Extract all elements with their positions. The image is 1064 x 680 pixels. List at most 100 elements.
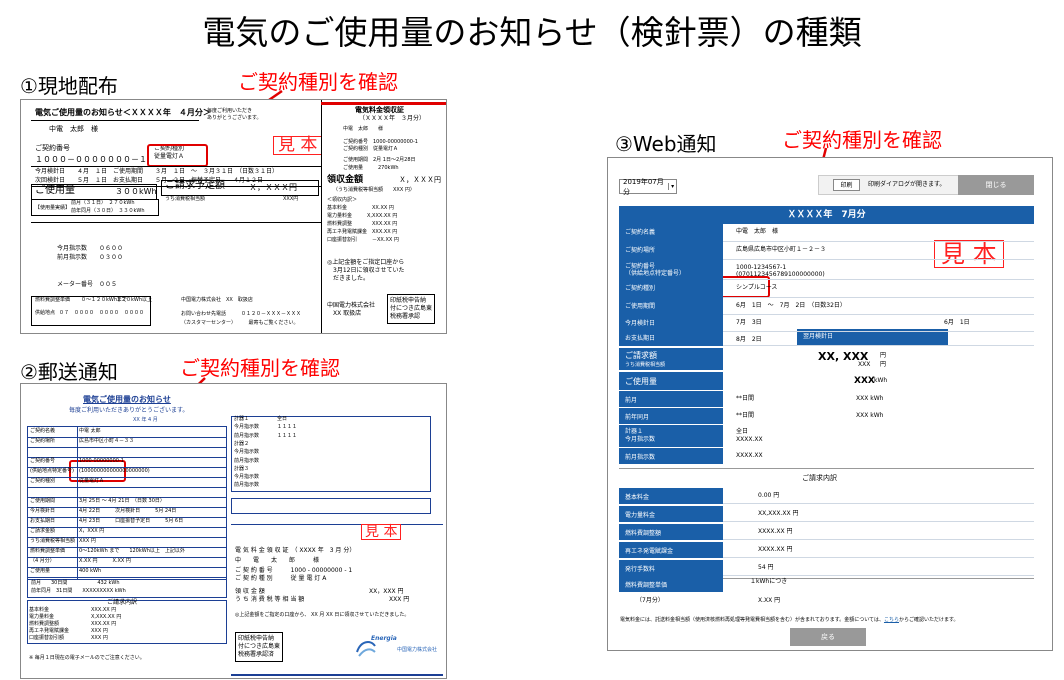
web-meter-value: 全日 XXXX.XX xyxy=(736,428,763,443)
doc2-row-value-3: 1000-00000000-1 xyxy=(79,458,124,464)
print-button[interactable]: 印刷 xyxy=(833,179,860,191)
doc1-fuel-row-3: １２０kWh以上 xyxy=(116,297,153,303)
doc2-row-label-1: ご契約場所 xyxy=(30,438,56,444)
web-header: ＸＸＸＸ年 7月分 xyxy=(619,206,1034,224)
doc2-receipt-type: ご 契 約 種 別 従 量 電 灯 A xyxy=(235,575,327,582)
web-row-label-0: ご契約名義 xyxy=(619,224,723,242)
doc2-row-label-12: 燃料費調整単価 xyxy=(30,548,66,554)
doc1-heading: 電気ご使用量のお知らせ＜ＸＸＸＸ年 ４月分＞ xyxy=(35,108,211,117)
web-row-divider-3 xyxy=(723,280,1034,298)
close-button[interactable]: 閉じる xyxy=(958,175,1034,195)
doc2-detail-label-4: 再エネ発電賦課金 xyxy=(29,628,70,634)
local-delivery-slip: 電気ご使用量のお知らせ＜ＸＸＸＸ年 ４月分＞ 毎度ご利用いただき ありがとうござ… xyxy=(20,99,447,334)
doc1-receipt-detail-4: 再エネ発電賦課金 XXX.XX 円 xyxy=(327,229,398,235)
doc1-tax-note: うち消費税相当額 xyxy=(165,196,206,202)
web-row-divider-6 xyxy=(723,332,1034,346)
doc2-row-value-4: (100000000000000000000) xyxy=(79,468,150,474)
web-row-divider-5 xyxy=(723,315,1034,332)
footnote-link[interactable]: こちら xyxy=(884,617,899,623)
web-fuel-value: １kWhにつき xyxy=(750,578,788,585)
doc2-meter-label-4: 今月指示数 xyxy=(234,449,260,456)
web-billing-tax-unit: 円 xyxy=(880,361,887,368)
web-row-label-5: 今月検針日 xyxy=(619,315,723,332)
doc1-receipt-line-2: ご契約種別 従量電灯Ａ xyxy=(343,146,399,152)
doc2-row-value-12: 0〜120kWh まで 120kWh以上 上記以外 xyxy=(79,548,185,554)
web-billing-label-box: ご請求額 うち消費税相当額 xyxy=(619,348,723,370)
doc2-detail-label-1: 基本料金 xyxy=(29,607,50,613)
web-detail-label-1: 電力量料金 xyxy=(619,506,723,522)
web-detail-label-0: 基本料金 xyxy=(619,488,723,504)
web-detail-title: ご請求内訳 xyxy=(802,474,837,482)
doc2-detail-value-3: XXX.XX 円 xyxy=(91,621,117,627)
doc1-receipt-stamp: 印紙税申告納 付につき広島東 税務署承認 xyxy=(387,294,436,325)
web-detail-divider-0 xyxy=(723,488,1034,504)
web-detail-divider-4 xyxy=(723,560,1034,576)
doc2-detail-value-2: X,XXX.XX 円 xyxy=(91,614,122,620)
doc2-heading: 電気ご使用量のお知らせ xyxy=(83,395,171,404)
doc1-meter-line-2: 前月指示数 ０３００ xyxy=(57,254,124,261)
doc2-row-divider-13 xyxy=(27,567,227,568)
doc2-meter-label-6: 計器３ xyxy=(234,465,250,472)
web-row-divider-2 xyxy=(723,260,1034,280)
web-usage-row-label-1: 前月 xyxy=(619,391,723,407)
doc2-row-value-8: 4月 22日 次月検針日 5月 24日 xyxy=(79,508,177,514)
doc2-detail-title: ご請求内訳 xyxy=(107,599,138,606)
web-footnote: 電気料金には、託送料金相当額（使用済核燃料再処理等発電費相当額を含む）が含まれて… xyxy=(620,617,959,623)
web-fuel-month: （7月分） xyxy=(636,597,664,604)
doc1-company-line: 中国電力株式会社 XX 取扱店 xyxy=(181,297,253,303)
doc2-meter-label-3: 計器２ xyxy=(234,440,250,447)
doc1-receipt-customer: 中電 太郎 様 xyxy=(343,126,384,132)
doc1-receipt-tax: （うち消費税等相当額 XXX 円） xyxy=(333,187,415,193)
web-row-label-2: ご契約番号 （供給地点特定番号） xyxy=(619,260,723,280)
doc2-row-value-7: 3月 25日 ～ 4月 21日 （日数 30日） xyxy=(79,498,165,504)
web-row-label-3: ご契約種別 xyxy=(619,280,723,298)
web-usage-value: XXX xyxy=(854,376,875,386)
doc2-meter-value-1: １１１１ xyxy=(277,424,298,431)
web-usage-label: ご使用量 xyxy=(619,372,723,390)
doc2-detail-value-4: XXX 円 xyxy=(91,628,108,634)
web-row-divider-0 xyxy=(723,224,1034,242)
doc2-row-value-5: 従量電灯Ａ xyxy=(79,478,105,484)
web-row-divider-1 xyxy=(723,242,1034,260)
web-detail-label-3: 再エネ発電賦課金 xyxy=(619,542,723,558)
doc1-receipt-detail-2: 電力量料金 X,XXX.XX 円 xyxy=(327,213,398,219)
energia-logo-icon xyxy=(356,641,376,657)
month-select[interactable]: 2019年07月分 ▾ xyxy=(619,178,677,196)
doc2-meter-value-2: １１１１ xyxy=(277,432,298,439)
doc1-meter-line-1: 今月指示数 ０６００ xyxy=(57,245,124,252)
doc1-fuel-row-4: 供給地点 xyxy=(35,310,56,316)
doc1-receipt-amount-label: 領収金額 xyxy=(327,175,364,185)
doc2-row-divider-14 xyxy=(27,577,227,578)
doc2-meter-table xyxy=(231,416,431,492)
doc2-meter-label-8: 前月指示数 xyxy=(234,482,260,489)
web-notice-screen: 2019年07月分 ▾ 印刷 印刷ダイアログが開きます。 閉じる ＸＸＸＸ年 7… xyxy=(607,157,1053,651)
doc1-receipt-detail-3: 燃料費調整 XXX.XX 円 xyxy=(327,221,398,227)
doc2-receipt-title: 電 気 料 金 領 収 証 （ XXXX 年 3 月 分） xyxy=(235,547,356,554)
doc2-row-value-0: 中電 太郎 xyxy=(79,428,101,434)
doc2-receipt-tax-label: う ち 消 費 税 等 相 当 額 xyxy=(235,596,305,603)
doc2-receipt-no: ご 契 約 番 号 1000 - 00000000 - 1 xyxy=(235,567,353,574)
doc2-subheading: 毎度ご利用いただきありがとうございます。 xyxy=(69,407,189,414)
doc2-row-divider-1 xyxy=(27,447,227,448)
doc2-meter-value-0: 全日 xyxy=(277,416,288,422)
web-prev-meter-value: XXXX.XX xyxy=(736,452,763,459)
doc2-row-label-14: ご使用量 xyxy=(30,568,51,574)
doc2-row-divider-4 xyxy=(27,477,227,478)
doc1-receipt-line-1: ご契約番号 1000-00000000-1 xyxy=(343,139,418,145)
web-row-label-4: ご使用期間 xyxy=(619,298,723,315)
doc1-receipt-month: （ＸＸＸＸ年 ３月分） xyxy=(359,115,426,122)
doc2-row-label-8: 今月検針日 xyxy=(30,508,56,514)
doc1-fuel-row-5: ０７ ００００ ００００ ００００ xyxy=(59,310,145,316)
doc2-row-label-5: ご契約種別 xyxy=(30,478,56,484)
back-button[interactable]: 戻る xyxy=(790,628,866,646)
doc1-meter-line-3: メーター番号 ００５ xyxy=(57,281,118,288)
doc2-row-value-9: 4月 23日 口座振替予定日 5月 6日 xyxy=(79,518,184,524)
doc2-receipt-notice: ◎上記金額をご指定の口座から、 XX 月 XX 日に領収させていただきました。 xyxy=(235,612,410,618)
doc2-receipt-amount-label: 領 収 金 額 xyxy=(235,588,265,595)
doc2-row-label-0: ご契約名義 xyxy=(30,428,56,434)
doc2-row-label-3: ご契約番号 xyxy=(30,458,56,464)
web-usage-unit: kWh xyxy=(874,377,888,384)
web-detail-label-2: 燃料費調整額 xyxy=(619,524,723,540)
doc2-meter-label-7: 今月指示数 xyxy=(234,474,260,481)
doc1-side-note: 毎度ご利用いただき ありがとうございます。 xyxy=(207,108,262,121)
